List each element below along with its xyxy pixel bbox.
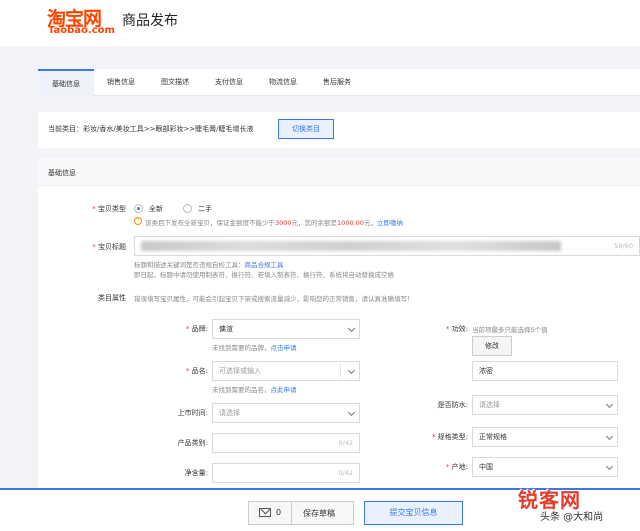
title-hint-1: 标题和描述关键词是否违规自检工具：商品合规工具 bbox=[134, 261, 284, 269]
blurred-title-text bbox=[141, 241, 561, 251]
deposit-tip: 该类目下发布全新宝贝，保证金额度不能少于3000元，您的余额是1000.00元，… bbox=[145, 219, 403, 227]
warning-icon: ! bbox=[134, 217, 142, 225]
tab-after-sales[interactable]: 售后服务 bbox=[310, 69, 364, 96]
spec-type-label: * 规格类型: bbox=[431, 433, 468, 441]
pay-now-link[interactable]: 立即缴纳 bbox=[377, 219, 403, 227]
brand-label: * 品牌: bbox=[185, 325, 208, 333]
product-category-label: 产品类别: bbox=[177, 439, 208, 447]
save-draft-button[interactable]: 0 保存草稿 bbox=[248, 501, 354, 525]
effect-label: * 功效: bbox=[445, 325, 468, 333]
product-name-hint: 未找到需要的品名，点此申请 bbox=[212, 386, 297, 394]
net-content-input[interactable]: 0/42 bbox=[212, 463, 360, 483]
tab-description[interactable]: 图文描述 bbox=[148, 69, 202, 96]
product-category-input[interactable]: 0/42 bbox=[212, 433, 360, 453]
submit-item-button[interactable]: 提交宝贝信息 bbox=[364, 501, 463, 525]
net-content-label: 净含量: bbox=[184, 469, 208, 477]
item-type-label: * 宝贝类型 bbox=[92, 205, 126, 213]
taobao-logo-en: Taobao.com bbox=[48, 25, 115, 36]
basic-info-panel: 基础信息 * 宝贝类型 全新 二手 ! 该类目下发布全新宝贝，保证金额度不能少于… bbox=[38, 158, 640, 488]
waterproof-select[interactable]: 请选择 bbox=[472, 395, 618, 415]
brand-hint: 未找到需要的品牌，点击申请 bbox=[212, 344, 297, 352]
category-attrs-label: 类目属性 bbox=[98, 294, 126, 302]
title-hint-2: 即日起，标题中请勿使用制表符、换行符、若填入制表符、换行符，系统将自动替换成空格 bbox=[134, 271, 394, 279]
switch-category-button[interactable]: 切换类目 bbox=[278, 119, 334, 139]
attrs-warning-tip: 错误填写宝贝属性，可能会引起宝贝下架或搜索流量减少，影响您的正常销售，请认真准确… bbox=[134, 295, 414, 303]
effect-limit-tip: 当前项最多只能选择5个值 bbox=[472, 326, 548, 334]
section-tabs: 基础信息 销售信息 图文描述 支付信息 物流信息 售后服务 bbox=[38, 69, 640, 96]
save-draft-label: 保存草稿 bbox=[303, 509, 335, 518]
tab-basic-info[interactable]: 基础信息 bbox=[38, 69, 94, 96]
section-title: 基础信息 bbox=[48, 169, 76, 177]
launch-date-label: 上市时间: bbox=[177, 409, 208, 417]
radio-used[interactable] bbox=[183, 204, 192, 213]
page-title: 商品发布 bbox=[122, 13, 178, 29]
current-category-bar: 当前类目：彩妆/香水/美妆工具>>眼部彩妆>>睫毛膏/睫毛增长液 切换类目 bbox=[38, 112, 640, 148]
waterproof-label: 是否防水: bbox=[437, 401, 468, 409]
top-header: 淘宝网 Taobao.com 商品发布 bbox=[0, 0, 640, 46]
apply-name-link[interactable]: 点此申请 bbox=[271, 386, 297, 394]
title-char-count: 59/60 bbox=[614, 242, 633, 250]
chevron-down-icon bbox=[347, 366, 356, 375]
brand-select[interactable]: 傭渲 bbox=[212, 319, 360, 339]
panel-header: 基础信息 bbox=[38, 158, 640, 186]
effect-value-box[interactable]: 浓密 bbox=[472, 361, 618, 381]
origin-label: * 产地: bbox=[445, 463, 468, 471]
spec-type-select[interactable]: 正常规格 bbox=[472, 427, 618, 447]
launch-date-select[interactable]: 请选择 bbox=[212, 403, 360, 423]
item-title-input[interactable]: 59/60 bbox=[134, 236, 640, 256]
draft-count: 0 bbox=[276, 508, 282, 517]
apply-brand-link[interactable]: 点击申请 bbox=[271, 344, 297, 352]
chevron-down-icon bbox=[347, 408, 356, 417]
product-name-label: * 品名: bbox=[185, 367, 208, 375]
origin-select[interactable]: 中国 bbox=[472, 457, 618, 477]
chevron-down-icon bbox=[605, 432, 614, 441]
current-category-text: 当前类目：彩妆/香水/美妆工具>>眼部彩妆>>睫毛膏/睫毛增长液 bbox=[48, 125, 254, 133]
radio-new[interactable] bbox=[134, 204, 143, 213]
envelope-icon bbox=[259, 508, 271, 517]
tab-payment-info[interactable]: 支付信息 bbox=[202, 69, 256, 96]
chevron-down-icon bbox=[347, 324, 356, 333]
radio-used-label: 二手 bbox=[198, 205, 212, 213]
compliance-tool-link[interactable]: 商品合规工具 bbox=[245, 261, 284, 269]
author-watermark: 头条 @大和尚 bbox=[540, 512, 604, 523]
chevron-down-icon bbox=[605, 400, 614, 409]
edit-effect-button[interactable]: 修改 bbox=[472, 336, 512, 356]
item-title-label: * 宝贝标题 bbox=[92, 243, 126, 251]
tab-sales-info[interactable]: 销售信息 bbox=[94, 69, 148, 96]
tab-logistics-info[interactable]: 物流信息 bbox=[256, 69, 310, 96]
chevron-down-icon bbox=[605, 462, 614, 471]
radio-new-label: 全新 bbox=[149, 205, 163, 213]
product-name-combobox[interactable]: 可选择或输入 bbox=[212, 361, 360, 381]
